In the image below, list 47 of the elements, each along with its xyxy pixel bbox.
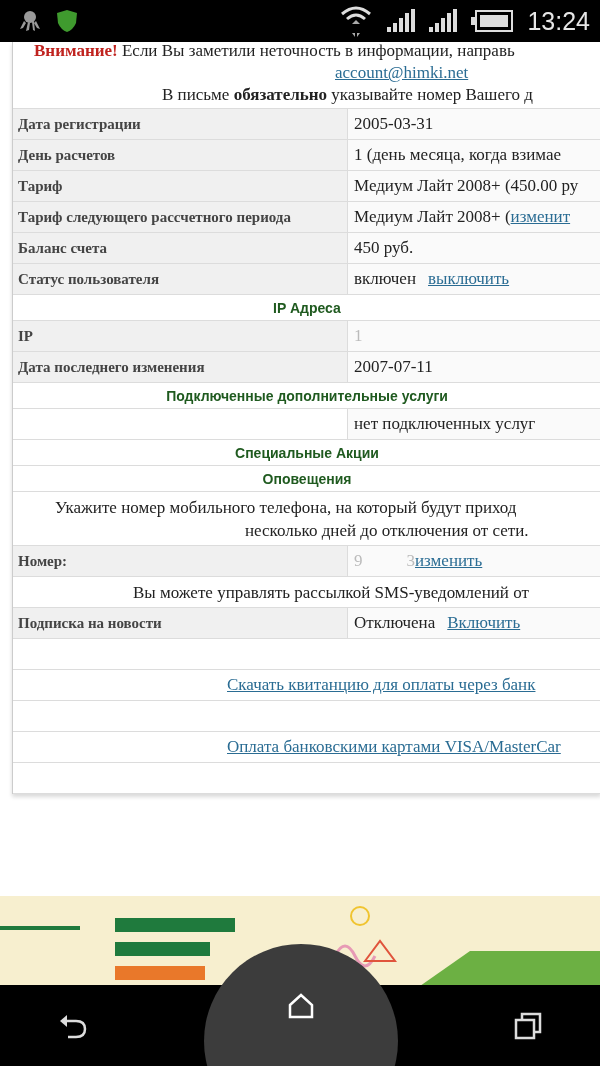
field-link[interactable]: выключить [428,269,510,289]
field-label: Номер: [18,552,68,570]
field-label: Тариф [18,177,63,195]
octopus-icon [18,9,42,33]
field-label: Подписка на новости [18,614,162,632]
field-label: Статус пользователя [18,270,160,288]
field-value: нет подключенных услуг [354,414,536,434]
field-label: Баланс счета [18,239,108,257]
field-value: включен [354,269,416,289]
email-link[interactable]: account@himki.net [335,63,469,82]
download-link[interactable]: Скачать квитанцию для оплаты через банк [227,675,536,695]
field-value: Отключена [354,613,436,633]
field-value: 1 [354,326,363,346]
field-link[interactable]: Включить [447,613,521,633]
info-text: Укажите номер мобильного телефона, на который будут приход [54,497,517,519]
info-text: Вы можете управлять рассылкой SMS-уведомлений от [132,582,529,604]
field-value: 2005-03-31 [354,114,434,134]
notice-text: В письме обязательно указывайте номер Вашего д [161,84,534,106]
field-label: Дата регистрации [18,115,141,133]
section-header: IP Адреса [272,299,342,316]
field-value: 450 руб. [354,238,414,258]
recents-icon[interactable] [514,1011,542,1040]
section-header: Специальные Акции [234,444,380,461]
shield-icon [56,9,78,33]
signal-icon [387,9,416,33]
field-label: IP [18,327,33,345]
field-link[interactable]: изменит [510,207,571,227]
battery-icon [471,10,514,32]
field-label: Тариф следующего рассчетного периода [18,208,291,226]
field-value: 9 [354,551,363,571]
back-icon[interactable] [58,1012,88,1039]
home-icon [288,992,314,1019]
section-header: Подключенные дополнительные услуги [165,387,449,404]
field-label: День расчетов [18,146,116,164]
info-text: несколько дней до отключения от сети. [244,520,529,542]
notice-text: Внимание! Если Вы заметили неточность в информации, направь [33,42,516,62]
field-value: 1 (день месяца, когда взимае [354,145,561,165]
field-label: Дата последнего изменения [18,358,205,376]
field-value: 2007-07-11 [354,357,433,377]
field-value: Медиум Лайт 2008+ (450.00 ру [354,176,579,196]
field-link[interactable]: изменить [415,551,483,571]
download-link[interactable]: Оплата банковскими картами VISA/MasterCar [227,737,561,757]
field-value: 3 [406,551,415,571]
clock-time: 13:24 [527,6,590,36]
section-header: Оповещения [261,470,353,487]
field-value: Медиум Лайт 2008+ ( [354,207,511,227]
signal-icon [429,9,458,33]
